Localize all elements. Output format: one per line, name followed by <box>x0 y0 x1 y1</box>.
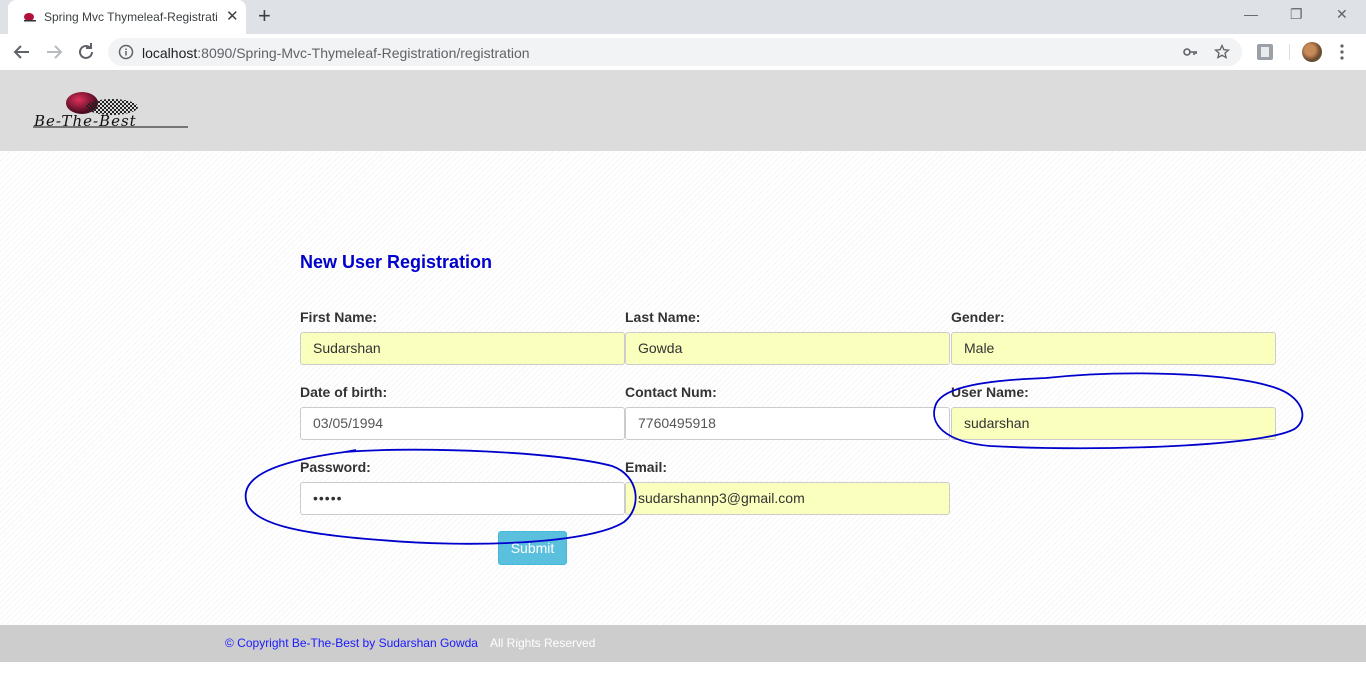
restore-icon[interactable]: ❐ <box>1290 6 1303 22</box>
gender-label: Gender: <box>951 309 1005 325</box>
password-label: Password: <box>300 459 371 475</box>
reload-icon[interactable] <box>74 40 98 64</box>
email-input[interactable]: sudarshannp3@gmail.com <box>625 482 950 515</box>
gender-input[interactable]: Male <box>951 332 1276 365</box>
browser-tab[interactable]: Spring Mvc Thymeleaf-Registrati ✕ <box>8 0 246 34</box>
email-label: Email: <box>625 459 668 475</box>
dob-label: Date of birth: <box>300 384 388 400</box>
site-footer: © Copyright Be-The-Best by Sudarshan Gow… <box>0 625 1366 662</box>
submit-button[interactable]: Submit <box>498 531 567 565</box>
password-input[interactable]: ••••• <box>300 482 625 515</box>
last-name-input[interactable]: Gowda <box>625 332 950 365</box>
url-text: localhost:8090/Spring-Mvc-Thymeleaf-Regi… <box>142 45 530 61</box>
browser-toolbar: localhost:8090/Spring-Mvc-Thymeleaf-Regi… <box>0 34 1366 71</box>
url-path: :8090/Spring-Mvc-Thymeleaf-Registration/… <box>197 45 530 61</box>
window-close-icon[interactable]: ✕ <box>1336 6 1348 22</box>
be-the-best-logo: Be-The-Best <box>33 92 188 130</box>
last-name-label: Last Name: <box>625 309 701 325</box>
new-tab-icon[interactable]: + <box>258 5 271 27</box>
back-arrow-icon[interactable] <box>10 40 34 64</box>
bookmark-star-icon[interactable] <box>1214 44 1230 60</box>
site-info-icon[interactable] <box>118 44 134 60</box>
username-label: User Name: <box>951 384 1029 400</box>
copyright-link[interactable]: © Copyright Be-The-Best by Sudarshan Gow… <box>225 636 478 650</box>
forward-arrow-icon[interactable] <box>42 40 66 64</box>
menu-kebab-icon[interactable] <box>1340 44 1344 60</box>
extension-icon[interactable] <box>1256 43 1274 61</box>
profile-avatar[interactable] <box>1302 42 1322 62</box>
tab-title: Spring Mvc Thymeleaf-Registrati <box>44 10 218 24</box>
address-bar[interactable]: localhost:8090/Spring-Mvc-Thymeleaf-Regi… <box>108 38 1242 66</box>
screen: Spring Mvc Thymeleaf-Registrati ✕ + ― ❐ … <box>0 0 1366 677</box>
contact-input[interactable]: 7760495918 <box>625 407 950 440</box>
rights-text: All Rights Reserved <box>490 636 596 650</box>
username-input[interactable]: sudarshan <box>951 407 1276 440</box>
url-host: localhost <box>142 45 198 61</box>
contact-label: Contact Num: <box>625 384 717 400</box>
browser-tab-strip: Spring Mvc Thymeleaf-Registrati ✕ + ― ❐ … <box>0 0 1366 34</box>
key-icon[interactable] <box>1182 44 1198 60</box>
first-name-input[interactable]: Sudarshan <box>300 332 625 365</box>
first-name-label: First Name: <box>300 309 378 325</box>
site-header: Be-The-Best <box>0 71 1366 151</box>
page-title: New User Registration <box>300 252 493 272</box>
minimize-icon[interactable]: ― <box>1244 6 1258 22</box>
site-favicon-icon <box>24 13 36 22</box>
tab-close-icon[interactable]: ✕ <box>226 9 239 24</box>
dob-input[interactable]: 03/05/1994 <box>300 407 625 440</box>
toolbar-divider <box>1289 44 1290 60</box>
